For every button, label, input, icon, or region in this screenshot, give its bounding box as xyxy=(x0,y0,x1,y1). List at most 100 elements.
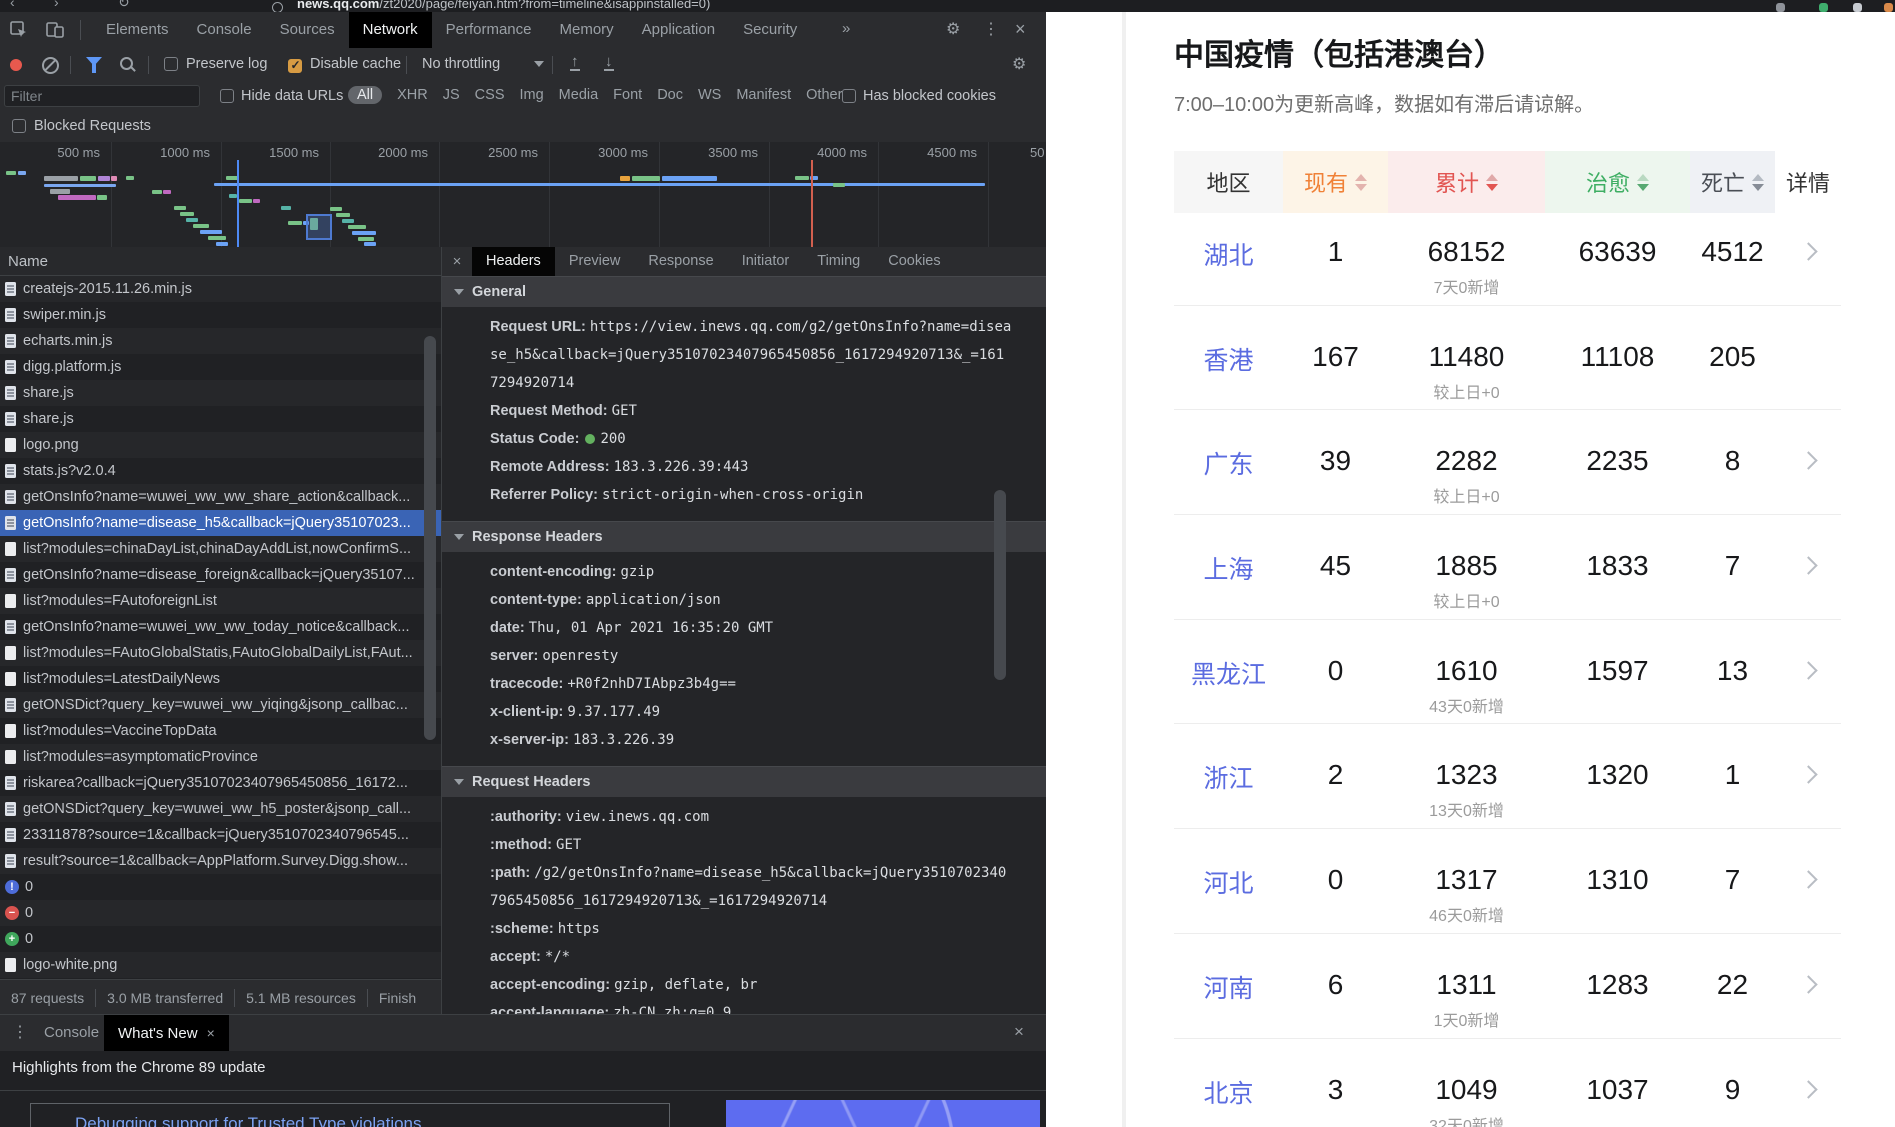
request-row[interactable]: createjs-2015.11.26.min.js xyxy=(0,276,441,302)
extension-icon[interactable] xyxy=(1776,3,1785,12)
devtools-tab-sources[interactable]: Sources xyxy=(266,12,349,48)
blocked-requests-checkbox[interactable] xyxy=(12,119,26,133)
inspect-element-icon[interactable] xyxy=(10,21,28,39)
reload-icon[interactable]: ↻ xyxy=(118,0,130,11)
network-overview-timeline[interactable]: 500 ms1000 ms1500 ms2000 ms2500 ms3000 m… xyxy=(0,142,1046,248)
request-row[interactable]: getOnsInfo?name=wuwei_ww_ww_today_notice… xyxy=(0,614,441,640)
filter-type-all[interactable]: All xyxy=(348,86,382,104)
request-row[interactable]: logo.png xyxy=(0,432,441,458)
close-tab-icon[interactable]: × xyxy=(207,1025,215,1041)
request-row[interactable]: digg.platform.js xyxy=(0,354,441,380)
detail-chevron-icon[interactable] xyxy=(1799,661,1817,679)
back-icon[interactable]: ‹ xyxy=(10,0,15,10)
search-icon[interactable] xyxy=(120,57,133,70)
network-settings-gear-icon[interactable]: ⚙ xyxy=(1012,54,1026,74)
filter-funnel-icon[interactable] xyxy=(86,57,102,66)
request-row[interactable]: getOnsInfo?name=disease_foreign&callback… xyxy=(0,562,441,588)
sort-arrows-icon[interactable] xyxy=(1752,174,1764,191)
more-tabs-icon[interactable]: » xyxy=(842,20,850,37)
devtools-tab-application[interactable]: Application xyxy=(628,12,729,48)
request-row[interactable]: list?modules=asymptomaticProvince xyxy=(0,744,441,770)
detail-cell[interactable] xyxy=(1775,410,1841,514)
filter-type-manifest[interactable]: Manifest xyxy=(736,87,791,103)
request-row[interactable]: list?modules=FAutoGlobalStatis,FAutoGlob… xyxy=(0,640,441,666)
hide-data-urls-checkbox[interactable] xyxy=(220,89,234,103)
request-row[interactable]: getONSDict?query_key=wuwei_ww_yiqing&jso… xyxy=(0,692,441,718)
request-row[interactable]: −0 xyxy=(0,900,441,926)
extension-icon[interactable] xyxy=(1884,3,1893,12)
request-row[interactable]: list?modules=FAutoforeignList xyxy=(0,588,441,614)
sort-arrows-icon[interactable] xyxy=(1355,174,1367,191)
has-blocked-cookies-checkbox[interactable] xyxy=(842,89,856,103)
whats-new-link[interactable]: Debugging support for Trusted Type viola… xyxy=(30,1103,670,1127)
details-tab-cookies[interactable]: Cookies xyxy=(874,247,954,276)
preserve-log-checkbox[interactable] xyxy=(164,57,178,71)
detail-cell[interactable] xyxy=(1775,829,1841,933)
filter-type-media[interactable]: Media xyxy=(559,87,599,103)
disable-cache-checkbox[interactable] xyxy=(288,59,302,73)
devtools-tab-performance[interactable]: Performance xyxy=(432,12,546,48)
devtools-tab-elements[interactable]: Elements xyxy=(92,12,183,48)
throttling-dropdown[interactable]: No throttling xyxy=(422,56,544,72)
request-row[interactable]: riskarea?callback=jQuery3510702340796545… xyxy=(0,770,441,796)
drawer-tab-whats-new[interactable]: What's New× xyxy=(104,1015,229,1051)
request-row[interactable]: !0 xyxy=(0,874,441,900)
details-scrollbar[interactable] xyxy=(994,490,1006,680)
province-link[interactable]: 黑龙江 xyxy=(1174,620,1283,724)
request-row[interactable]: share.js xyxy=(0,406,441,432)
sort-arrows-icon[interactable] xyxy=(1486,174,1498,191)
import-har-icon[interactable]: ↑ xyxy=(570,54,580,71)
detail-chevron-icon[interactable] xyxy=(1799,870,1817,888)
site-info-icon[interactable] xyxy=(272,2,283,12)
detail-chevron-icon[interactable] xyxy=(1799,975,1817,993)
request-row[interactable]: list?modules=LatestDailyNews xyxy=(0,666,441,692)
request-row[interactable]: list?modules=VaccineTopData xyxy=(0,718,441,744)
address-url[interactable]: news.qq.com/zt2020/page/feiyan.htm?from=… xyxy=(297,0,710,11)
province-link[interactable]: 香港 xyxy=(1174,306,1283,410)
clear-icon[interactable] xyxy=(42,57,59,74)
details-tab-response[interactable]: Response xyxy=(634,247,727,276)
section-header-response-headers[interactable]: Response Headers xyxy=(442,521,1046,552)
province-link[interactable]: 河南 xyxy=(1174,934,1283,1038)
devtools-tab-network[interactable]: Network xyxy=(349,12,432,48)
province-link[interactable]: 北京 xyxy=(1174,1039,1283,1127)
request-row[interactable]: share.js xyxy=(0,380,441,406)
filter-type-js[interactable]: JS xyxy=(443,87,460,103)
detail-chevron-icon[interactable] xyxy=(1799,1080,1817,1098)
filter-type-xhr[interactable]: XHR xyxy=(397,87,428,103)
details-tab-headers[interactable]: Headers xyxy=(472,247,555,276)
detail-chevron-icon[interactable] xyxy=(1799,556,1817,574)
request-row[interactable]: logo-white.png xyxy=(0,952,441,978)
detail-cell[interactable] xyxy=(1775,1039,1841,1127)
province-link[interactable]: 河北 xyxy=(1174,829,1283,933)
request-row[interactable]: swiper.min.js xyxy=(0,302,441,328)
device-toolbar-icon[interactable] xyxy=(46,21,64,39)
devtools-tab-memory[interactable]: Memory xyxy=(546,12,628,48)
detail-cell[interactable] xyxy=(1775,724,1841,828)
drawer-menu-icon[interactable]: ⋮ xyxy=(12,1022,28,1042)
drawer-close-icon[interactable]: × xyxy=(1014,1022,1024,1042)
close-details-icon[interactable]: × xyxy=(442,247,472,276)
filter-type-css[interactable]: CSS xyxy=(475,87,505,103)
detail-cell[interactable] xyxy=(1775,620,1841,724)
details-tab-initiator[interactable]: Initiator xyxy=(728,247,804,276)
request-row[interactable]: echarts.min.js xyxy=(0,328,441,354)
page-scrollbar[interactable] xyxy=(1122,12,1126,1127)
request-row[interactable]: +0 xyxy=(0,926,441,952)
request-row[interactable]: stats.js?v2.0.4 xyxy=(0,458,441,484)
devtools-tab-console[interactable]: Console xyxy=(183,12,266,48)
export-har-icon[interactable]: ↓ xyxy=(604,54,614,71)
request-row[interactable]: list?modules=chinaDayList,chinaDayAddLis… xyxy=(0,536,441,562)
details-tab-timing[interactable]: Timing xyxy=(803,247,874,276)
request-row[interactable]: result?source=1&callback=AppPlatform.Sur… xyxy=(0,848,441,874)
devtools-tab-security[interactable]: Security xyxy=(729,12,811,48)
filter-type-other[interactable]: Other xyxy=(806,87,842,103)
details-tab-preview[interactable]: Preview xyxy=(555,247,635,276)
column-header-cured[interactable]: 治愈 xyxy=(1545,151,1690,213)
forward-icon[interactable]: › xyxy=(54,0,59,10)
section-header-request-headers[interactable]: Request Headers xyxy=(442,766,1046,797)
province-link[interactable]: 浙江 xyxy=(1174,724,1283,828)
request-row[interactable]: getONSDict?query_key=wuwei_ww_h5_poster&… xyxy=(0,796,441,822)
detail-cell[interactable] xyxy=(1775,213,1841,305)
section-header-general[interactable]: General xyxy=(442,276,1046,307)
